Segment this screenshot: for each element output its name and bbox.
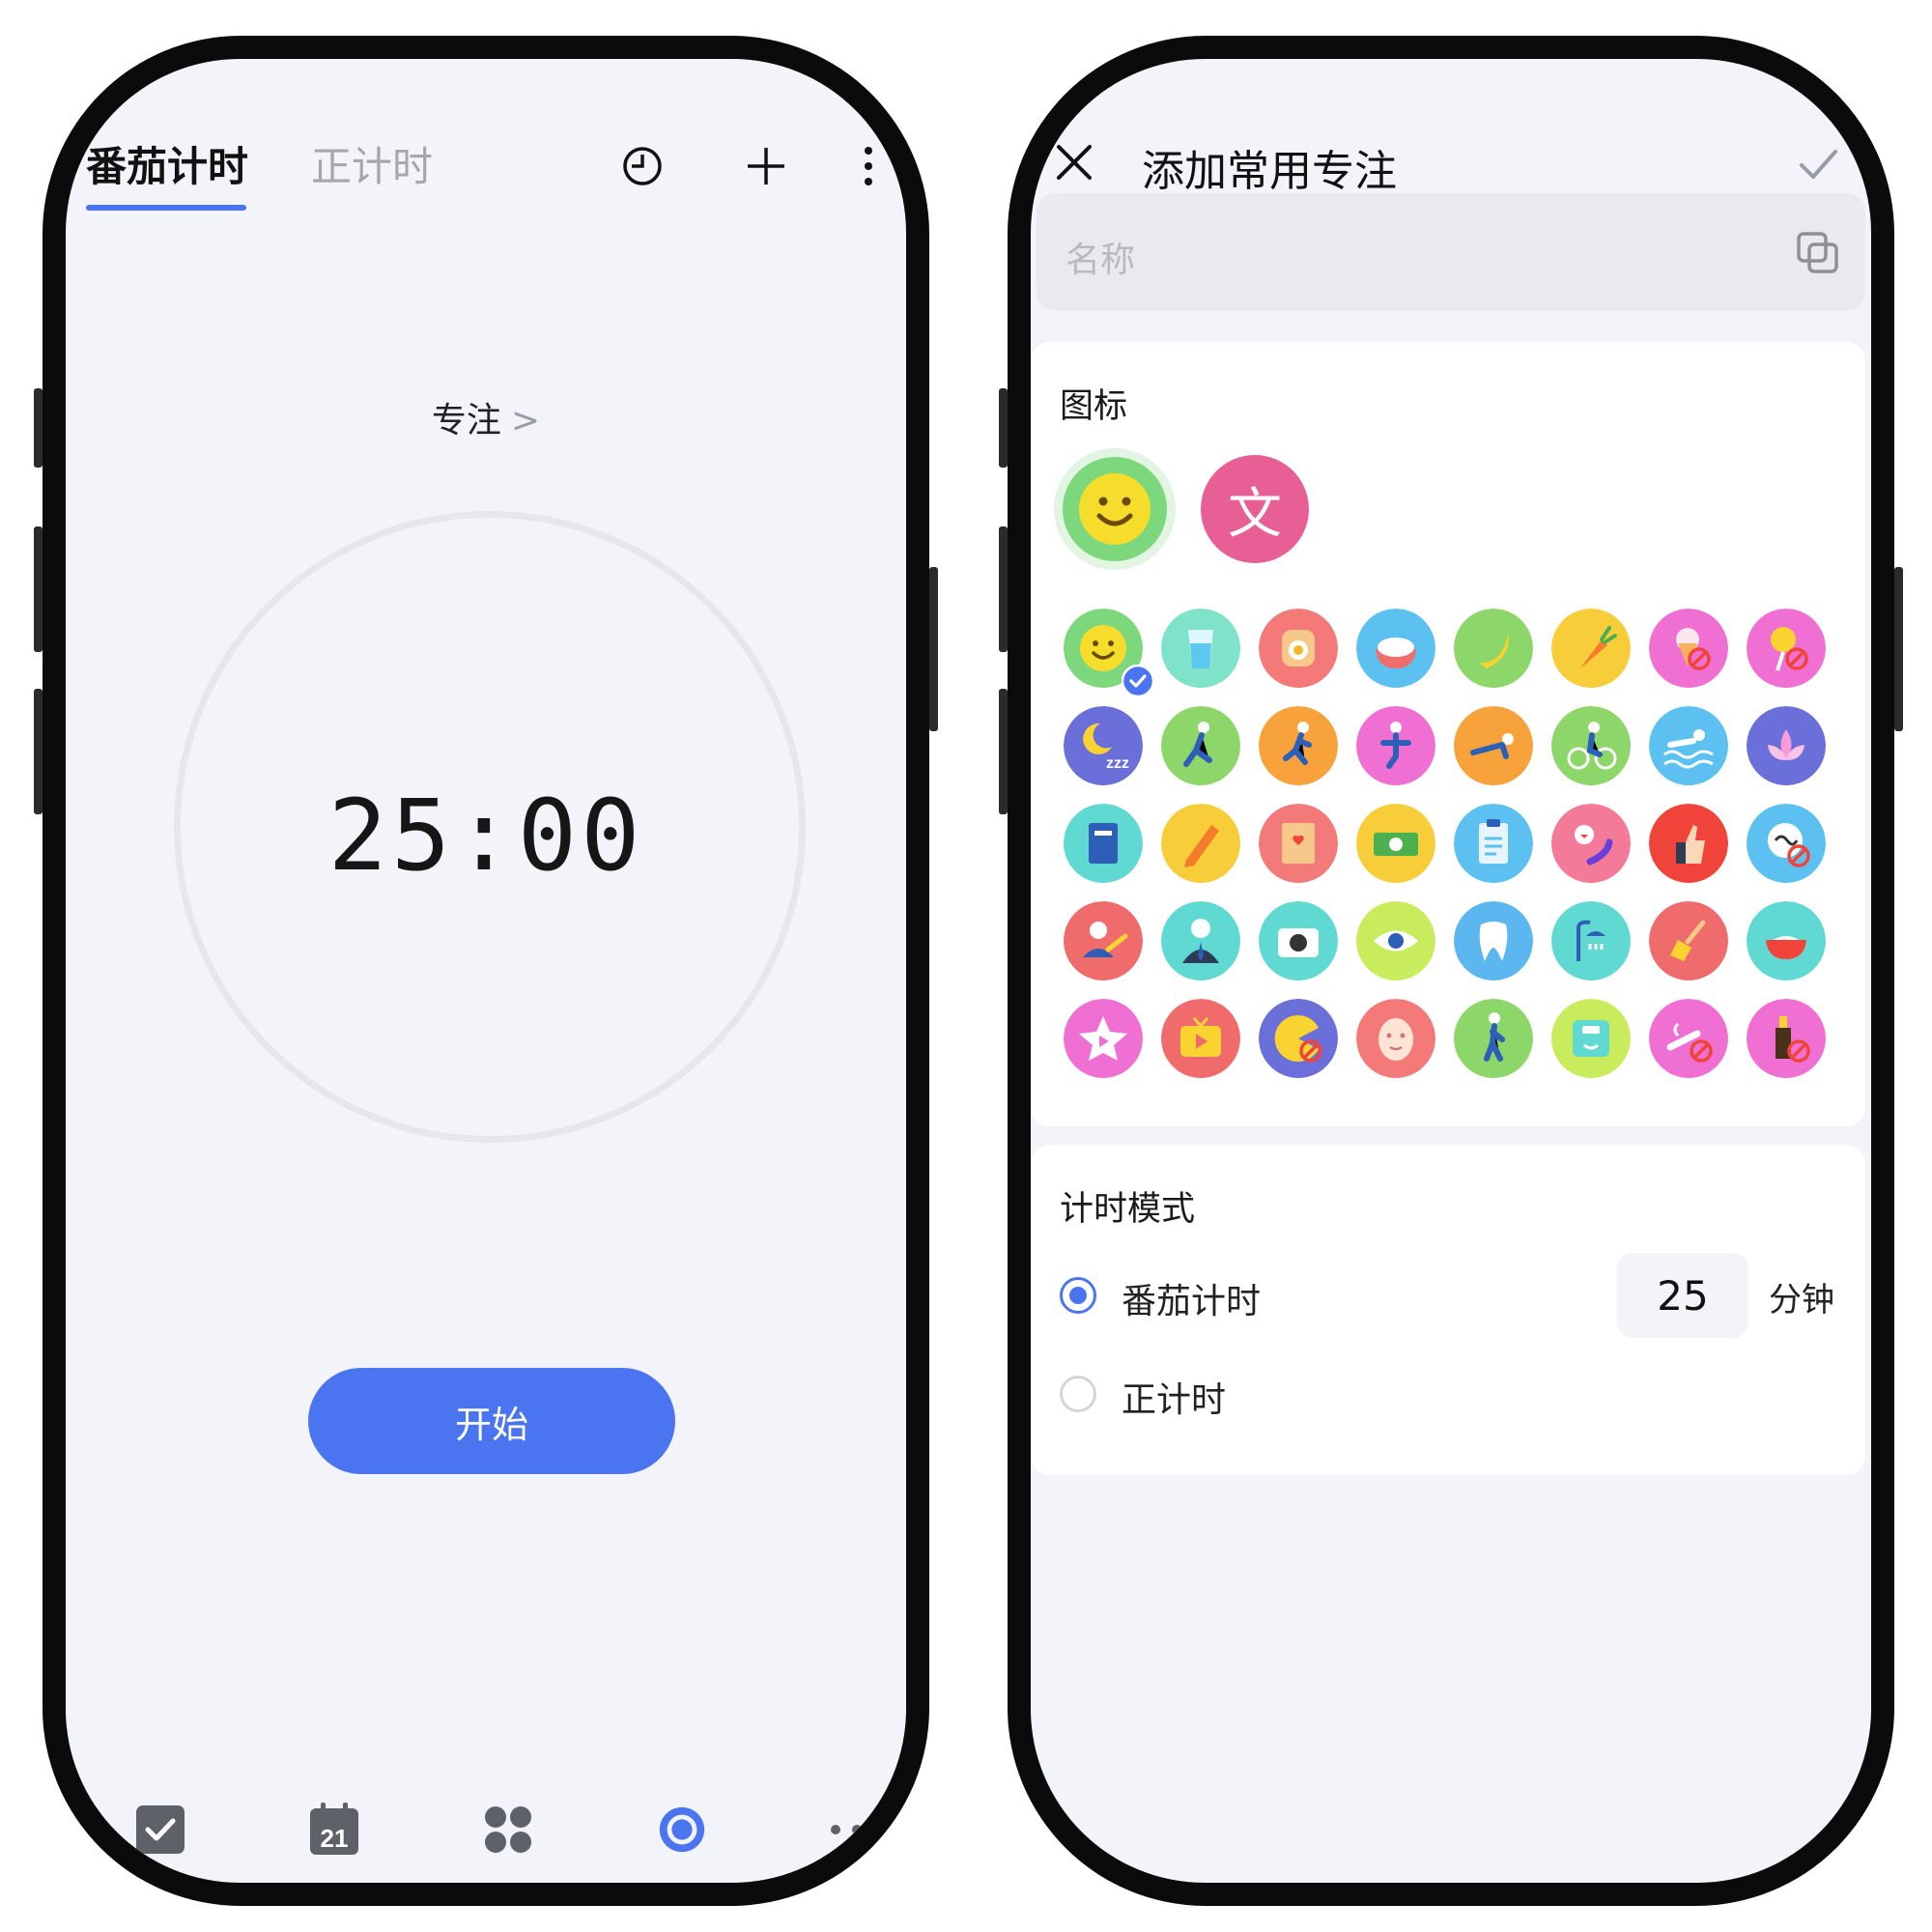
user-arrow-icon[interactable]	[1064, 901, 1143, 980]
name-input[interactable]: 名称	[1037, 193, 1865, 311]
water-glass-icon[interactable]	[1161, 609, 1240, 688]
radio-pomodoro[interactable]	[1060, 1277, 1096, 1314]
mode-label-stopwatch[interactable]: 正计时	[1122, 1372, 1226, 1422]
camera-icon[interactable]	[1259, 901, 1338, 980]
selected-check-badge-icon	[1121, 664, 1155, 698]
apps-grid-icon[interactable]	[482, 1804, 534, 1856]
task-check-icon[interactable]	[134, 1804, 186, 1856]
mode-label-pomodoro[interactable]: 番茄计时	[1122, 1273, 1261, 1323]
running-icon[interactable]	[1259, 706, 1338, 785]
swimming-icon[interactable]	[1649, 706, 1728, 785]
smiley-icon	[1063, 457, 1167, 561]
toast-egg-icon[interactable]	[1259, 609, 1338, 688]
eye-icon[interactable]	[1356, 901, 1435, 980]
close-icon[interactable]	[1050, 138, 1098, 186]
star-play-icon[interactable]	[1064, 999, 1143, 1078]
tab-pomodoro[interactable]: 番茄计时	[86, 134, 248, 193]
name-placeholder: 名称	[1065, 241, 1136, 280]
no-pacman-icon[interactable]	[1259, 999, 1338, 1078]
sleep-icon[interactable]: zzz	[1064, 706, 1143, 785]
check-icon[interactable]	[1794, 140, 1842, 188]
minutes-input[interactable]: 25	[1617, 1253, 1748, 1338]
page-title: 添加常用专注	[1142, 147, 1397, 196]
money-icon[interactable]	[1356, 804, 1435, 883]
rice-bowl-icon[interactable]	[1356, 609, 1435, 688]
timer-display: 25:00	[327, 779, 644, 894]
shower-icon[interactable]	[1551, 901, 1631, 980]
phone-side-button	[34, 689, 43, 814]
svg-text:zzz: zzz	[1106, 755, 1129, 772]
phone-side-button	[1894, 567, 1903, 731]
chevron-right-icon: >	[510, 401, 541, 440]
phone-side-button	[999, 388, 1008, 468]
stats-clock-icon[interactable]	[615, 139, 669, 193]
stretch-icon[interactable]	[1161, 706, 1240, 785]
right-phone-frame: 添加常用专注 名称 图标 文 zzz 计时模式 番茄计时 25 分钟 正计时	[999, 36, 1903, 1906]
icon-section: 图标 文 zzz	[1031, 342, 1865, 1126]
scale-icon[interactable]	[1551, 999, 1631, 1078]
notebook-icon[interactable]	[1259, 804, 1338, 883]
more-vertical-icon[interactable]	[854, 139, 883, 193]
phone-side-button	[999, 689, 1008, 814]
no-ice-cream-icon[interactable]	[1649, 609, 1728, 688]
phone-side-button	[34, 388, 43, 468]
tv-icon[interactable]	[1161, 999, 1240, 1078]
banana-icon[interactable]	[1454, 609, 1533, 688]
no-smoking-icon[interactable]	[1649, 999, 1728, 1078]
focus-label: 专注	[431, 401, 501, 440]
walking-icon[interactable]	[1454, 999, 1533, 1078]
minutes-unit: 分钟	[1769, 1281, 1834, 1320]
plank-icon[interactable]	[1454, 706, 1533, 785]
carrot-icon[interactable]	[1551, 609, 1631, 688]
no-alcohol-icon[interactable]	[1747, 999, 1826, 1078]
right-screen: 添加常用专注 名称 图标 文 zzz 计时模式 番茄计时 25 分钟 正计时	[1031, 59, 1871, 1883]
businessman-icon[interactable]	[1161, 901, 1240, 980]
clipboard-icon[interactable]	[1454, 804, 1533, 883]
icon-type-text-option[interactable]: 文	[1201, 455, 1309, 563]
thumbs-up-icon[interactable]	[1649, 804, 1728, 883]
face-mask-icon[interactable]	[1356, 999, 1435, 1078]
phone-call-icon[interactable]	[1551, 804, 1631, 883]
lotus-icon[interactable]	[1747, 706, 1826, 785]
tab-stopwatch[interactable]: 正计时	[311, 134, 433, 193]
radio-stopwatch[interactable]	[1060, 1376, 1096, 1412]
active-tab-indicator	[86, 205, 246, 211]
book-icon[interactable]	[1064, 804, 1143, 883]
copy-icon[interactable]	[1794, 230, 1840, 276]
phone-side-button	[34, 526, 43, 652]
icon-type-emoji-option[interactable]	[1054, 448, 1176, 570]
start-button[interactable]: 开始	[308, 1368, 675, 1474]
pencil-icon[interactable]	[1161, 804, 1240, 883]
left-screen: 番茄计时 正计时 专注 > 25:00 开始 21	[66, 59, 906, 1883]
no-candy-icon[interactable]	[1747, 609, 1826, 688]
broom-icon[interactable]	[1649, 901, 1728, 980]
tooth-icon[interactable]	[1454, 901, 1533, 980]
icon-section-title: 图标	[1060, 387, 1128, 426]
timer-mode-title: 计时模式	[1060, 1190, 1196, 1229]
left-phone-frame: 番茄计时 正计时 专注 > 25:00 开始 21	[34, 36, 938, 1906]
phone-side-button	[929, 567, 938, 731]
focus-ring-icon[interactable]	[656, 1804, 708, 1856]
yoga-icon[interactable]	[1356, 706, 1435, 785]
focus-selector[interactable]: 专注 >	[66, 392, 906, 442]
calendar-icon[interactable]: 21	[308, 1803, 360, 1856]
cycling-icon[interactable]	[1551, 706, 1631, 785]
plus-icon[interactable]	[739, 139, 793, 193]
no-swearing-icon[interactable]	[1747, 804, 1826, 883]
phone-side-button	[999, 526, 1008, 652]
bowl-icon[interactable]	[1747, 901, 1826, 980]
calendar-day: 21	[321, 1824, 349, 1853]
timer-mode-section: 计时模式 番茄计时 25 分钟 正计时	[1031, 1145, 1865, 1475]
more-horizontal-icon[interactable]	[828, 1804, 886, 1856]
